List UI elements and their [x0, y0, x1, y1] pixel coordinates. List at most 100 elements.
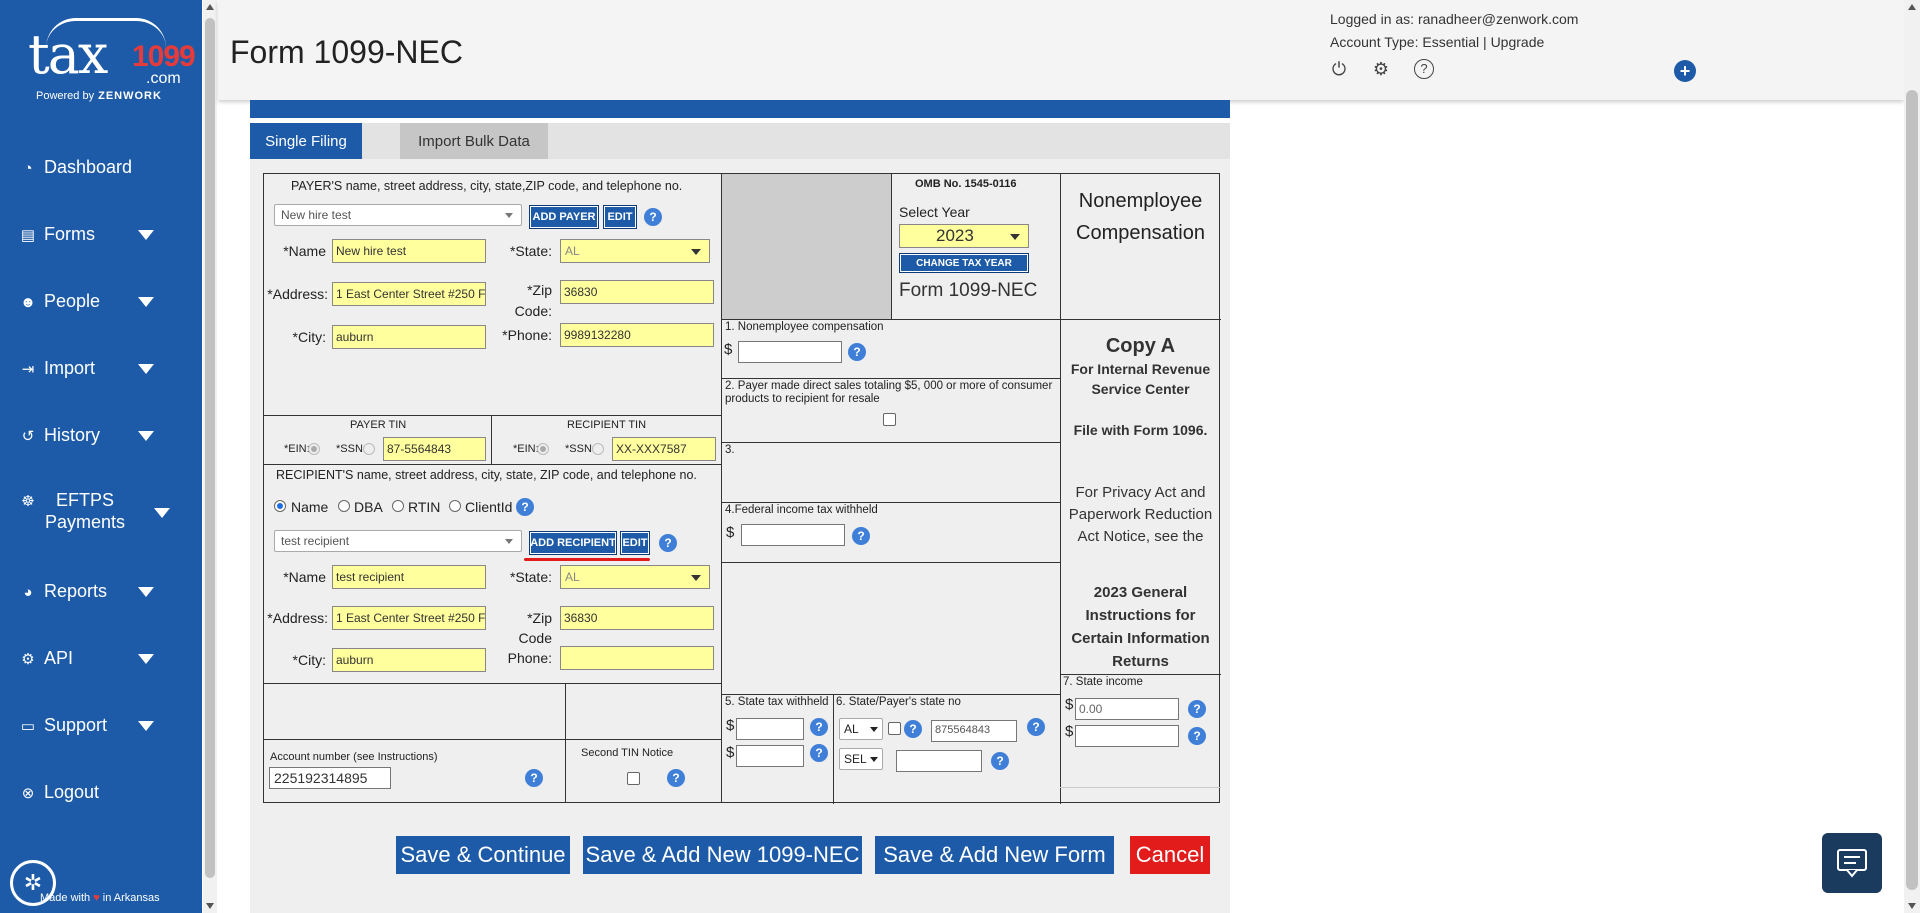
save-add-new-form-button[interactable]: Save & Add New Form: [875, 836, 1114, 874]
help-icon[interactable]: ?: [516, 498, 534, 516]
empty-cell-right: [565, 683, 722, 740]
payer-phone-input[interactable]: 9989132280: [560, 323, 714, 347]
tab-import-bulk-data[interactable]: Import Bulk Data: [400, 123, 548, 159]
help-icon[interactable]: ?: [810, 718, 828, 736]
sidebar-item-history[interactable]: ↺ History: [0, 416, 202, 456]
scroll-up-arrow-icon[interactable]: [206, 4, 214, 10]
tab-single-filing[interactable]: Single Filing: [250, 123, 362, 159]
sidebar-item-import[interactable]: ⇥ Import: [0, 349, 202, 389]
box-5-input-2[interactable]: [736, 745, 804, 767]
scroll-down-arrow-icon[interactable]: [206, 903, 214, 909]
recipient-address-input[interactable]: 1 East Center Street #250 F: [332, 606, 486, 630]
help-icon[interactable]: ?: [852, 527, 870, 545]
sidebar-item-forms[interactable]: ▤ Forms: [0, 215, 202, 255]
account-number-input[interactable]: 225192314895: [269, 767, 391, 789]
tax-year-select[interactable]: 2023: [899, 224, 1029, 248]
save-continue-button[interactable]: Save & Continue: [396, 836, 570, 874]
payer-name-input[interactable]: New hire test: [332, 239, 486, 263]
help-icon[interactable]: ?: [644, 208, 662, 226]
help-icon[interactable]: ?: [904, 720, 922, 738]
add-plus-icon[interactable]: +: [1674, 60, 1696, 82]
people-icon: ☻: [20, 293, 36, 311]
sidebar-item-eftps-payments[interactable]: ☸ EFTPS Payments: [0, 490, 202, 540]
recipient-state-select[interactable]: AL: [560, 565, 710, 589]
sidebar-item-people[interactable]: ☻ People: [0, 282, 202, 322]
payer-address-input[interactable]: 1 East Center Street #250 F: [332, 282, 486, 306]
help-icon[interactable]: ?: [848, 343, 866, 361]
sidebar-item-api[interactable]: ⚙ API: [0, 639, 202, 679]
account-type-text[interactable]: Account Type: Essential | Upgrade: [1330, 31, 1578, 54]
recipient-zip-input[interactable]: 36830: [560, 606, 714, 630]
help-icon[interactable]: ?: [667, 769, 685, 787]
box-7-input-2[interactable]: [1075, 725, 1179, 747]
box-2-checkbox[interactable]: [883, 413, 896, 426]
cancel-button[interactable]: Cancel: [1130, 836, 1210, 874]
help-icon[interactable]: ?: [659, 534, 677, 552]
payer-state-select[interactable]: AL: [560, 239, 710, 263]
sidebar-item-label: History: [44, 425, 101, 446]
box-7-section: 7. State income $ 0.00 ? $ ?: [1060, 674, 1221, 804]
logo[interactable]: tax 1099 .com Powered by ZENWORK: [24, 14, 196, 106]
sidebar-item-reports[interactable]: ◕ Reports: [0, 572, 202, 612]
recipient-tin-input[interactable]: XX-XXX7587: [612, 437, 716, 461]
scrollbar-thumb[interactable]: [1906, 90, 1918, 890]
help-icon[interactable]: ?: [1027, 718, 1045, 736]
second-tin-notice-checkbox[interactable]: [627, 772, 640, 785]
recipient-ein-radio[interactable]: [537, 443, 549, 455]
box-7-input-1[interactable]: 0.00: [1075, 698, 1179, 720]
payer-ssn-radio[interactable]: [363, 443, 375, 455]
second-tin-notice-section: Second TIN Notice ?: [565, 739, 722, 803]
sidebar-scrollbar[interactable]: [203, 0, 217, 913]
box-6-state-select-1[interactable]: AL: [839, 718, 883, 740]
edit-recipient-button[interactable]: EDIT: [620, 531, 650, 555]
box-6-state-no-input[interactable]: 875564843: [931, 720, 1017, 742]
recipient-name-input[interactable]: test recipient: [332, 565, 486, 589]
scroll-down-arrow-icon[interactable]: [1908, 903, 1916, 909]
gear-icon[interactable]: ⚙: [1370, 58, 1392, 80]
add-recipient-button[interactable]: ADD RECIPIENT: [529, 531, 617, 555]
save-add-new-1099-nec-button[interactable]: Save & Add New 1099-NEC: [583, 836, 862, 874]
recipient-ssn-radio[interactable]: [592, 443, 604, 455]
chevron-down-icon: [138, 654, 154, 664]
general-instructions-line-1: 2023 General: [1093, 584, 1188, 601]
payer-zip-input[interactable]: 36830: [560, 280, 714, 304]
recipient-name-radio[interactable]: [274, 500, 286, 512]
box-6-checkbox[interactable]: [888, 722, 901, 735]
scroll-up-arrow-icon[interactable]: [1908, 4, 1916, 10]
sidebar-item-label: EFTPS Payments: [44, 490, 126, 532]
recipient-select[interactable]: test recipient: [274, 530, 522, 552]
payer-tin-input[interactable]: 87-5564843: [383, 437, 486, 461]
recipient-rtin-radio[interactable]: [392, 500, 404, 512]
page-scrollbar[interactable]: [1904, 0, 1920, 913]
add-payer-button[interactable]: ADD PAYER: [529, 205, 599, 229]
chat-button[interactable]: [1822, 833, 1882, 893]
power-icon[interactable]: ⏻: [1328, 58, 1350, 80]
recipient-clientid-radio[interactable]: [449, 500, 461, 512]
payer-ein-radio[interactable]: [308, 443, 320, 455]
sidebar-item-dashboard[interactable]: ◔ Dashboard: [0, 148, 202, 188]
help-icon[interactable]: ?: [991, 752, 1009, 770]
payer-select[interactable]: New hire test: [274, 204, 522, 226]
box-1-input[interactable]: [738, 341, 842, 363]
form-title-line-2: Compensation: [1076, 222, 1205, 244]
help-circle-icon[interactable]: ?: [1414, 59, 1434, 79]
help-icon[interactable]: ?: [525, 769, 543, 787]
box-6-state-no-input-2[interactable]: [896, 750, 982, 772]
sidebar-item-logout[interactable]: ⊗ Logout: [0, 773, 202, 813]
dollar-sign: $: [726, 744, 735, 761]
help-icon[interactable]: ?: [1188, 700, 1206, 718]
recipient-dba-radio[interactable]: [338, 500, 350, 512]
box-5-input-1[interactable]: [736, 718, 804, 740]
payer-city-input[interactable]: auburn: [332, 325, 486, 349]
recipient-phone-input[interactable]: [560, 646, 714, 670]
change-tax-year-button[interactable]: CHANGE TAX YEAR: [899, 253, 1029, 273]
box-4-input[interactable]: [741, 524, 845, 546]
recipient-select-value: test recipient: [281, 534, 350, 548]
sidebar-item-support[interactable]: ▭ Support: [0, 706, 202, 746]
box-6-state-select-2[interactable]: SEL: [839, 748, 883, 770]
recipient-city-input[interactable]: auburn: [332, 648, 486, 672]
help-icon[interactable]: ?: [1188, 727, 1206, 745]
edit-payer-button[interactable]: EDIT: [603, 205, 637, 229]
scrollbar-thumb[interactable]: [205, 18, 215, 878]
help-icon[interactable]: ?: [810, 744, 828, 762]
